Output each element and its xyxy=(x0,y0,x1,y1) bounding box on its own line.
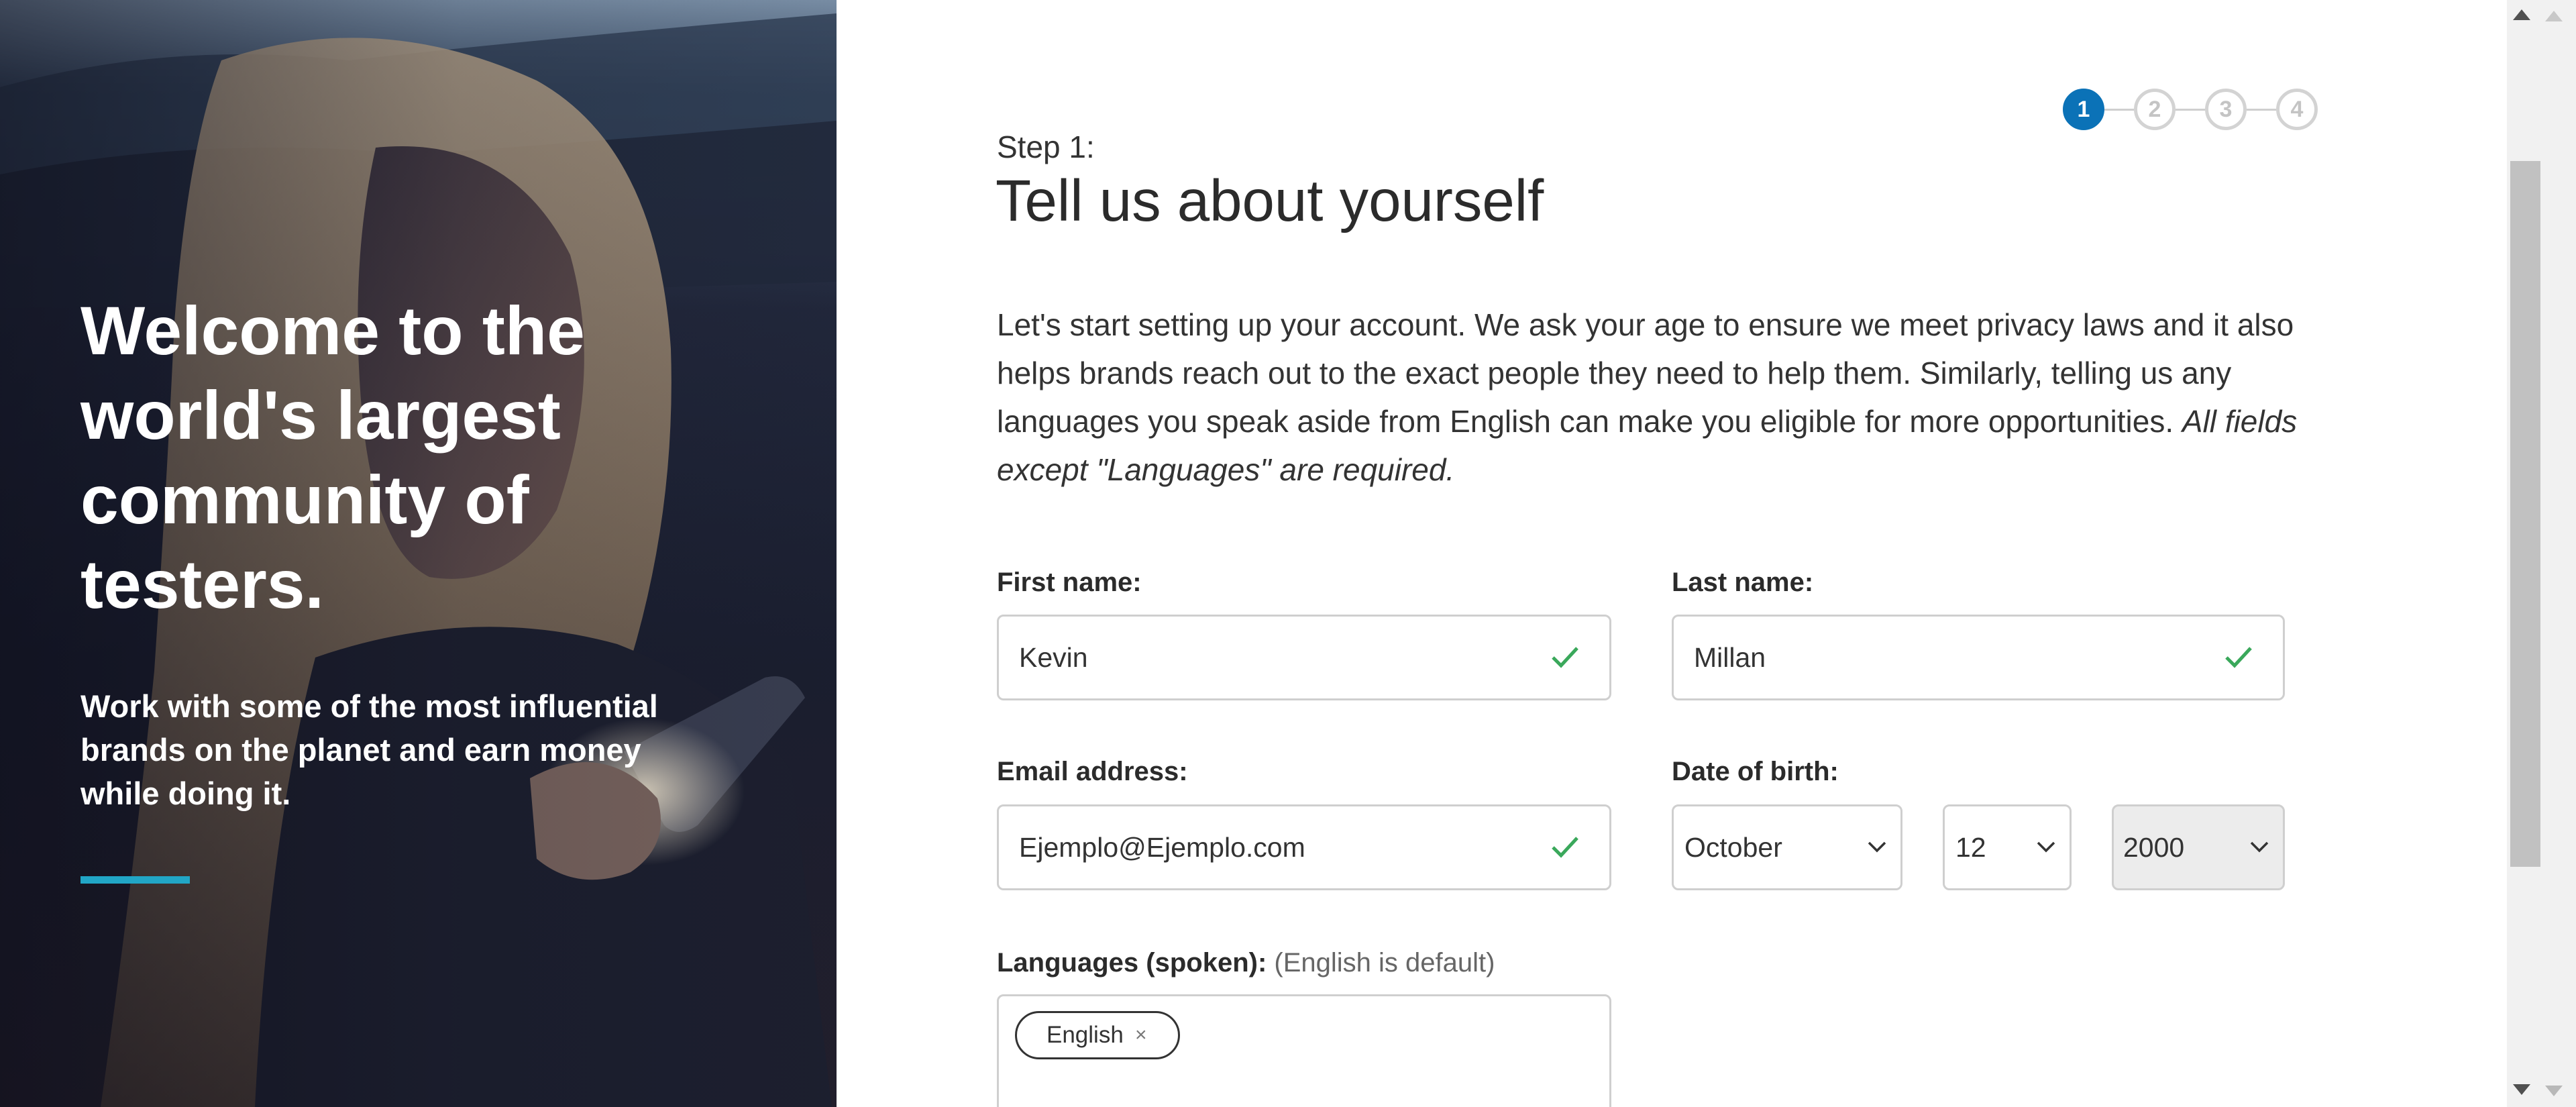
stepper-connector xyxy=(2104,109,2134,111)
birth-day-value: 12 xyxy=(1955,832,1986,863)
scroll-down-arrow-icon[interactable] xyxy=(2513,1084,2530,1095)
chevron-down-icon xyxy=(2037,841,2055,853)
stepper-connector xyxy=(2176,109,2205,111)
birth-month-value: October xyxy=(1684,832,1782,863)
date-of-birth-label: Date of birth: xyxy=(1672,757,1839,786)
step-4-indicator: 4 xyxy=(2276,89,2318,130)
step-label: Step 1: xyxy=(997,129,1095,164)
birth-year-select[interactable]: 2000 xyxy=(2112,804,2285,890)
remove-chip-icon[interactable]: × xyxy=(1135,1013,1147,1057)
email-value: Ejemplo@Ejemplo.com xyxy=(1019,832,1305,863)
languages-input[interactable]: English × xyxy=(997,994,1611,1107)
birth-month-select[interactable]: October xyxy=(1672,804,1902,890)
secondary-scroll-up-arrow-icon[interactable] xyxy=(2545,11,2563,21)
first-name-label: First name: xyxy=(997,568,1142,597)
page-scrollbar[interactable] xyxy=(2507,0,2576,1107)
languages-label: Languages (spoken): (English is default) xyxy=(997,948,1495,978)
step-2-indicator: 2 xyxy=(2134,89,2176,130)
page-title: Tell us about yourself xyxy=(996,168,1544,233)
step-1-indicator: 1 xyxy=(2063,89,2104,130)
languages-default-note: (English is default) xyxy=(1274,948,1495,978)
secondary-scroll-down-arrow-icon[interactable] xyxy=(2545,1086,2563,1096)
last-name-input[interactable]: Millan xyxy=(1672,615,2285,700)
hero-subtitle: Work with some of the most influential b… xyxy=(80,688,658,811)
last-name-label: Last name: xyxy=(1672,568,1814,597)
check-icon xyxy=(1552,837,1578,858)
scroll-up-arrow-icon[interactable] xyxy=(2513,9,2530,20)
progress-stepper: 1 2 3 4 xyxy=(2063,89,2318,130)
step-3-indicator: 3 xyxy=(2205,89,2247,130)
email-input[interactable]: Ejemplo@Ejemplo.com xyxy=(997,804,1611,890)
hero-accent-bar xyxy=(80,876,190,884)
intro-text: Let's start setting up your account. We … xyxy=(997,307,2294,439)
first-name-value: Kevin xyxy=(1019,642,1088,673)
email-label: Email address: xyxy=(997,757,1188,786)
language-chip-label: English xyxy=(1046,1022,1124,1048)
last-name-value: Millan xyxy=(1694,642,1766,673)
scrollbar-thumb[interactable] xyxy=(2510,161,2540,867)
intro-paragraph: Let's start setting up your account. We … xyxy=(997,301,2339,494)
check-icon xyxy=(2225,647,2252,668)
hero-panel: Welcome to the world's largest community… xyxy=(0,0,837,1107)
birth-day-select[interactable]: 12 xyxy=(1943,804,2072,890)
chevron-down-icon xyxy=(2250,841,2269,853)
language-chip-english[interactable]: English × xyxy=(1015,1011,1180,1059)
chevron-down-icon xyxy=(1868,841,1886,853)
first-name-input[interactable]: Kevin xyxy=(997,615,1611,700)
hero-title: Welcome to the world's largest community… xyxy=(80,293,585,623)
birth-year-value: 2000 xyxy=(2123,832,2185,863)
signup-form-panel xyxy=(837,0,2507,1107)
check-icon xyxy=(1552,647,1578,668)
languages-label-text: Languages (spoken): xyxy=(997,948,1267,978)
stepper-connector xyxy=(2247,109,2276,111)
